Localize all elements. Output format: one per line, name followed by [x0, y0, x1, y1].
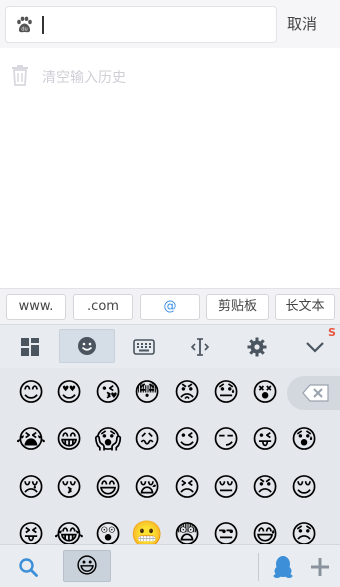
emoji-key[interactable]: 😭 [12, 421, 50, 459]
emoji-key[interactable]: 😞 [285, 516, 323, 544]
gear-icon [247, 337, 267, 357]
shortcut-www-button[interactable]: www. [6, 294, 66, 320]
emoji-key[interactable]: 😅 [246, 516, 284, 544]
clear-history-label: 清空输入历史 [42, 70, 126, 86]
long-text-button[interactable]: 长文本 [275, 294, 335, 320]
emoji-key[interactable]: 😪 [128, 469, 166, 507]
emoji-key[interactable]: 😚 [50, 469, 88, 507]
keyboard-button[interactable] [116, 325, 172, 369]
text-caret [42, 16, 44, 34]
search-input[interactable]: du [5, 6, 277, 43]
emoji-key[interactable]: 😬 [128, 516, 166, 544]
emoji-key[interactable]: 😖 [128, 421, 166, 459]
emoji-key[interactable]: 😳 [128, 374, 166, 412]
chevron-down-icon [306, 342, 324, 353]
divider [258, 553, 259, 581]
emoji-key[interactable]: 😠 [246, 469, 284, 507]
clipboard-button[interactable]: 剪贴板 [206, 294, 269, 320]
emoji-key[interactable]: 😝 [12, 516, 50, 544]
cursor-move-button[interactable] [172, 325, 228, 369]
emoji-key[interactable]: 😒 [207, 516, 245, 544]
emoji-key[interactable]: 😨 [168, 516, 206, 544]
baidu-paw-icon: du [17, 16, 32, 33]
emoji-key[interactable]: 😢 [12, 469, 50, 507]
svg-text:du: du [21, 27, 27, 33]
emoji-face-icon [78, 337, 96, 355]
emoji-category-tab[interactable]: 😃 [63, 550, 111, 582]
settings-button[interactable] [229, 325, 285, 369]
svg-text:S: S [328, 326, 336, 338]
emoji-key[interactable]: 😓 [207, 374, 245, 412]
shortcut-at-button[interactable]: @ [140, 294, 200, 320]
emoji-search-button[interactable] [10, 545, 46, 587]
shortcut-bar: www. .com @ 剪贴板 长文本 [0, 288, 340, 324]
emoji-key[interactable]: 😏 [207, 421, 245, 459]
emoji-key[interactable]: 😵 [246, 374, 284, 412]
grid-icon [21, 338, 39, 356]
text-cursor-icon [190, 338, 210, 356]
emoji-key[interactable]: 😍 [50, 374, 88, 412]
emoji-key[interactable]: 😜 [246, 421, 284, 459]
emoji-tab-button[interactable] [59, 329, 115, 363]
trash-icon [12, 65, 28, 86]
emoji-key[interactable]: 😌 [285, 469, 323, 507]
emoji-key[interactable]: 😘 [89, 374, 127, 412]
cancel-button[interactable]: 取消 [287, 13, 317, 34]
emoji-key[interactable]: 😊 [12, 374, 50, 412]
emoji-category-bar: 😃 [0, 544, 340, 587]
emoji-key[interactable]: 😱 [89, 421, 127, 459]
emoji-panel: 😊 😍 😘 😳 😡 😓 😵 😭 😁 😱 😖 😉 😏 😜 😰 😢 😚 😄 😪 😣 😔 😠 😌 😝 😂 😲 😬 😨 😒 😅 😞 [0, 368, 340, 544]
emoji-key[interactable]: 😣 [168, 469, 206, 507]
emoji-key[interactable]: 😄 [89, 469, 127, 507]
emoji-key[interactable]: 😲 [89, 516, 127, 544]
search-bar: du 取消 [0, 0, 340, 48]
shortcut-com-button[interactable]: .com [73, 294, 133, 320]
grid-button[interactable] [2, 325, 58, 369]
emoji-key[interactable]: 😔 [207, 469, 245, 507]
emoji-key[interactable]: 😂 [50, 516, 88, 544]
backspace-button[interactable] [287, 376, 340, 410]
sogou-logo-icon: S [328, 326, 336, 338]
emoji-key[interactable]: 😉 [168, 421, 206, 459]
qq-emoji-tab[interactable] [266, 545, 300, 587]
emoji-key[interactable]: 😡 [168, 374, 206, 412]
keyboard-toolbar: S [0, 324, 340, 368]
plus-icon [311, 557, 329, 576]
emoji-key[interactable]: 😁 [50, 421, 88, 459]
qq-penguin-icon [273, 555, 293, 578]
add-emoji-button[interactable] [303, 545, 337, 587]
emoji-key[interactable]: 😰 [285, 421, 323, 459]
backspace-icon [302, 384, 329, 402]
search-icon [19, 557, 38, 577]
keyboard-icon [133, 339, 155, 355]
